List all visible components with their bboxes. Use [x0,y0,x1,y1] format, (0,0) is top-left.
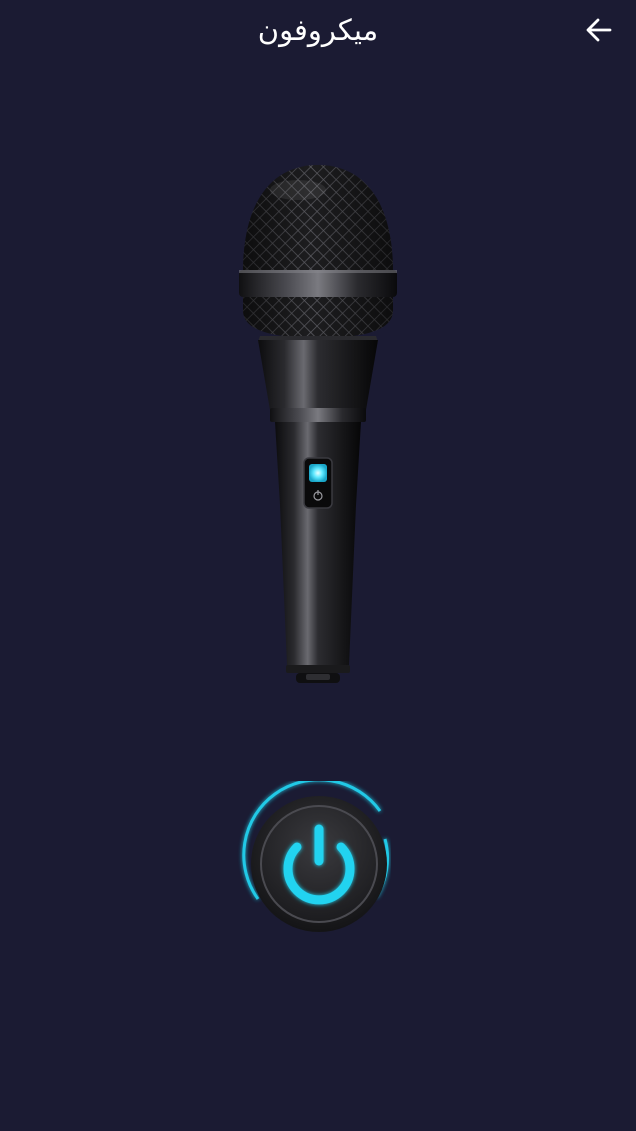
arrow-left-icon [586,18,612,42]
back-button[interactable] [580,11,618,49]
power-button[interactable] [236,778,402,947]
page-title: میکروفون [257,13,379,47]
microphone-illustration [228,160,408,690]
app-bar: میکروفون [0,0,636,62]
